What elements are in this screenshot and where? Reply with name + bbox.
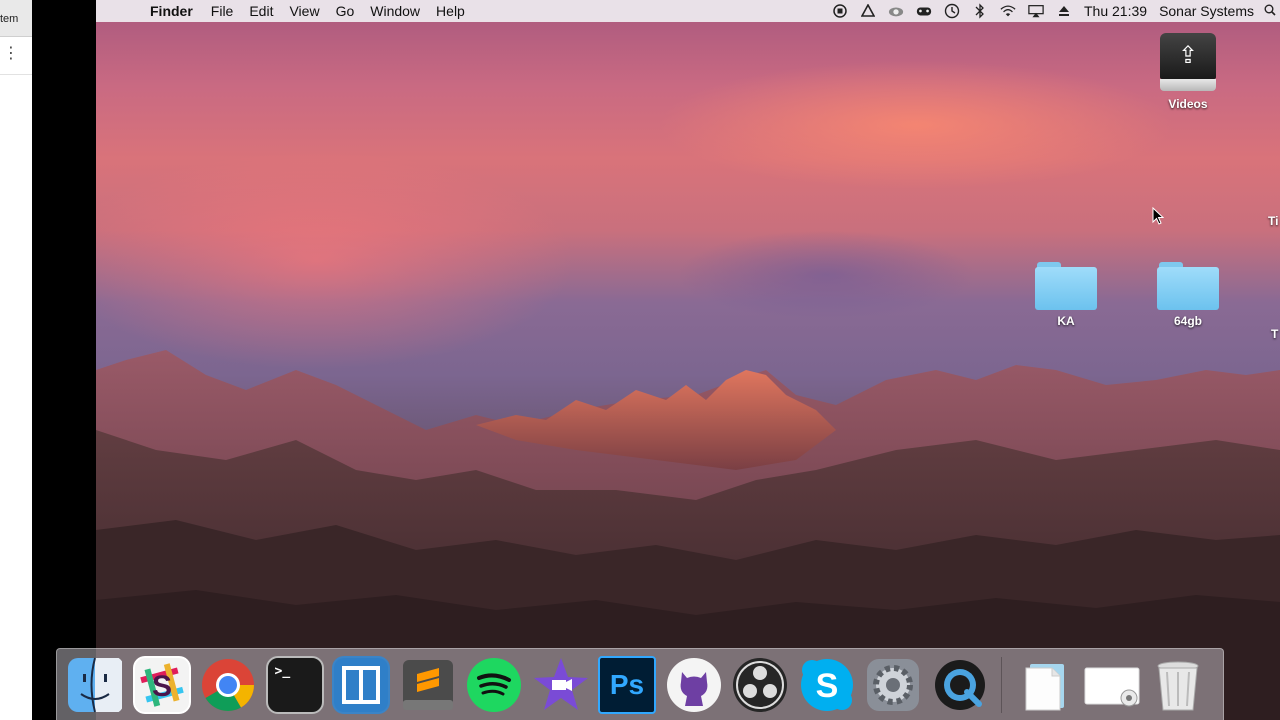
dock-item-chrome[interactable] (199, 656, 257, 714)
dock-item-obs[interactable] (731, 656, 789, 714)
dock-item-slack[interactable]: S (132, 655, 191, 714)
app-menu-finder[interactable]: Finder (142, 3, 203, 19)
desktop-wallpaper[interactable]: ⇪ Videos KA 64gb Ti T (96, 0, 1280, 720)
desktop-icon-label: KA (1057, 314, 1075, 328)
spotlight-icon[interactable] (1260, 4, 1280, 19)
folder-icon (1035, 262, 1097, 310)
menubar-username[interactable]: Sonar Systems (1153, 3, 1260, 19)
dock-item-documents-stack[interactable] (1016, 656, 1074, 714)
menu-bar: Finder File Edit View Go Window Help Thu… (96, 0, 1280, 22)
dock-item-system-preferences[interactable] (864, 656, 922, 714)
airplay-icon[interactable] (1028, 4, 1044, 18)
github-icon (666, 657, 721, 712)
screen-gap (32, 0, 96, 720)
folder-icon (1157, 262, 1219, 310)
dock-item-finder[interactable] (66, 656, 124, 714)
background-window-tab[interactable]: tem (0, 0, 32, 37)
dock-item-terminal[interactable]: >_ (265, 655, 324, 714)
desktop-icon-label: Videos (1168, 97, 1208, 111)
desktop-icon-videos[interactable]: ⇪ Videos (1143, 33, 1233, 111)
trash-icon (1157, 661, 1199, 710)
desktop-icon-label: 64gb (1173, 314, 1202, 328)
dock-item-spotify[interactable] (465, 656, 523, 714)
eject-icon[interactable] (1056, 4, 1072, 18)
imovie-icon (533, 657, 588, 710)
game-controller-icon[interactable] (916, 4, 932, 18)
sky-glow (676, 230, 976, 320)
dock-item-github[interactable] (665, 656, 723, 714)
menu-go[interactable]: Go (328, 3, 363, 19)
dock-item-photoshop[interactable]: Ps (598, 655, 656, 714)
usb-drive-icon: ⇪ (1160, 33, 1216, 93)
time-machine-icon[interactable] (944, 3, 960, 19)
menu-view[interactable]: View (281, 3, 327, 19)
wifi-icon[interactable] (1000, 4, 1016, 18)
desktop-icon-ka[interactable]: KA (1021, 262, 1111, 328)
dock-separator (1001, 656, 1002, 713)
chrome-icon (202, 658, 254, 711)
menu-file[interactable]: File (203, 3, 242, 19)
spotify-icon (467, 657, 521, 712)
quicktime-icon (934, 659, 985, 710)
desktop-icon-label-partial[interactable]: Ti (1268, 214, 1278, 228)
dock-item-downloads-stack[interactable] (1083, 656, 1141, 714)
bluetooth-icon[interactable] (972, 3, 988, 19)
window-manager-icon (334, 657, 388, 712)
dock-item-quicktime[interactable] (931, 656, 989, 714)
cloud-icon[interactable] (888, 4, 904, 18)
dock-item-skype[interactable]: S (798, 656, 856, 714)
dock-item-window-manager[interactable] (332, 655, 390, 714)
obs-icon (733, 657, 787, 712)
documents-stack-icon (1025, 663, 1064, 710)
skype-glyph: S (815, 667, 838, 705)
status-menus: Thu 21:39 Sonar Systems (826, 3, 1280, 19)
drive-icon[interactable] (860, 4, 876, 18)
background-window-strip[interactable]: tem ⋮ (0, 0, 32, 720)
menu-edit[interactable]: Edit (241, 3, 281, 19)
sky-glow (96, 150, 576, 370)
menu-window[interactable]: Window (362, 3, 428, 19)
slack-icon: S (134, 657, 189, 712)
sky-glow (656, 60, 1176, 190)
mouse-cursor-icon (1152, 207, 1164, 225)
dock-item-trash[interactable] (1149, 656, 1207, 714)
dock-item-sublime-text[interactable] (399, 656, 457, 714)
downloads-stack-icon (1084, 667, 1139, 706)
record-icon[interactable] (832, 4, 848, 18)
more-menu-icon[interactable]: ⋮ (0, 37, 32, 75)
sublime-icon (402, 659, 453, 710)
photoshop-icon: Ps (609, 668, 645, 700)
skype-icon: S (800, 658, 853, 711)
dock: S >_ Ps S (56, 648, 1224, 720)
terminal-icon: >_ (274, 663, 291, 679)
desktop-icon-64gb[interactable]: 64gb (1143, 262, 1233, 328)
system-preferences-icon (867, 658, 919, 711)
slack-glyph: S (151, 670, 171, 703)
menubar-clock[interactable]: Thu 21:39 (1078, 3, 1153, 19)
finder-icon (68, 657, 122, 712)
menu-help[interactable]: Help (428, 3, 473, 19)
dock-item-imovie[interactable] (532, 656, 590, 714)
desktop-icon-label-partial[interactable]: T (1271, 327, 1278, 341)
